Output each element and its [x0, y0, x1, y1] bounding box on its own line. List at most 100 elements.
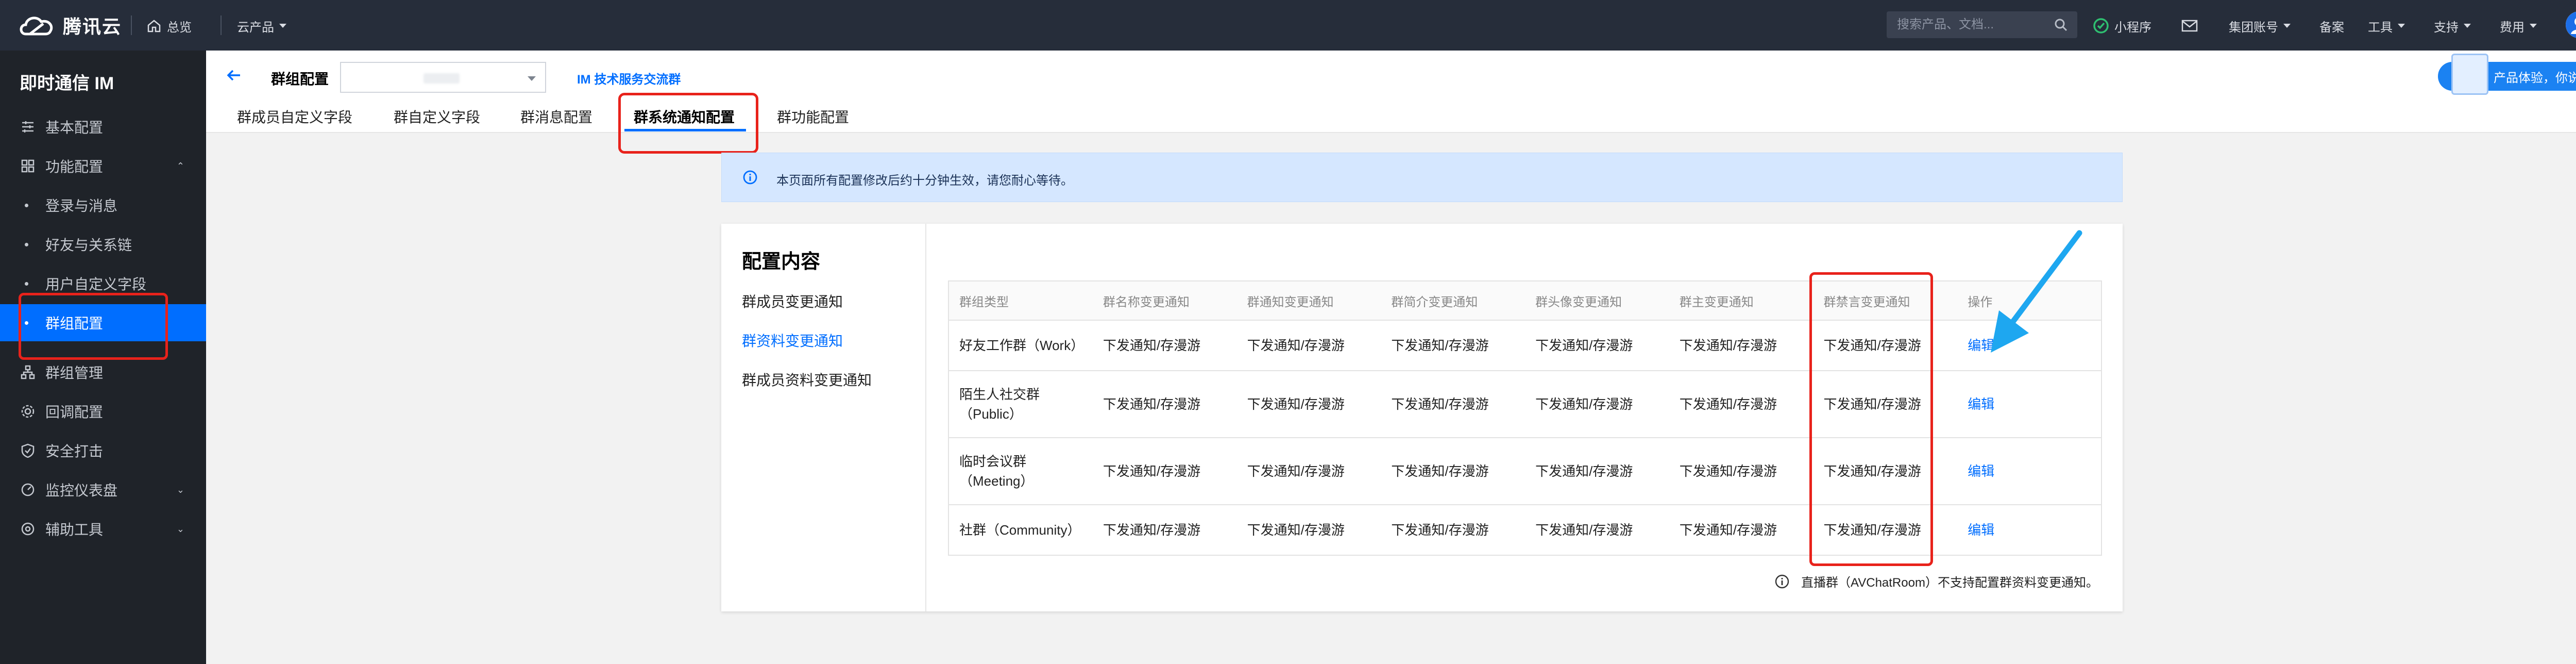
- chevron-down-icon: ⌄: [176, 524, 184, 534]
- group-account-label: 集团账号: [2229, 20, 2278, 35]
- column-header: 群名称变更通知: [1092, 281, 1237, 321]
- sidebar-item-label: 群组管理: [45, 365, 104, 381]
- edit-link[interactable]: 编辑: [1957, 438, 2102, 505]
- table-cell: 下发通知/存漫游: [1525, 371, 1669, 438]
- support-menu[interactable]: 支持: [2434, 15, 2471, 36]
- chevron-down-icon: [528, 76, 536, 81]
- sidebar-item-label: 安全打击: [45, 443, 104, 459]
- table-cell: 下发通知/存漫游: [1236, 505, 1381, 556]
- tab-member-fields[interactable]: 群成员自定义字段: [237, 106, 352, 129]
- nav-products-label: 云产品: [237, 20, 274, 35]
- support-label: 支持: [2434, 20, 2459, 35]
- sidebar-item-dashboard[interactable]: 监控仪表盘 ⌄: [0, 471, 206, 508]
- info-icon: [1775, 574, 1789, 588]
- sidebar-item-label: 登录与消息: [45, 198, 118, 214]
- avatar[interactable]: [2566, 11, 2576, 38]
- shield-icon: [21, 443, 35, 458]
- tech-group-link[interactable]: IM 技术服务交流群: [577, 69, 681, 87]
- table-cell: 下发通知/存漫游: [1236, 371, 1381, 438]
- divider: [131, 15, 132, 35]
- config-nav-member-change[interactable]: 群成员变更通知: [742, 291, 843, 311]
- sidebar-item-security[interactable]: 安全打击: [0, 432, 206, 469]
- sidebar-item-login-message[interactable]: 登录与消息: [0, 187, 206, 224]
- column-header: 群主变更通知: [1669, 281, 1814, 321]
- table-cell: 下发通知/存漫游: [1669, 371, 1814, 438]
- footnote: 直播群（AVChatRoom）不支持配置群资料变更通知。: [1774, 572, 2098, 590]
- highlight-box-sidebar: [19, 293, 168, 360]
- config-nav-member-info-change[interactable]: 群成员资料变更通知: [742, 369, 872, 390]
- nav-overview[interactable]: 总览: [146, 15, 192, 36]
- column-header: 群头像变更通知: [1525, 281, 1669, 321]
- config-title: 配置内容: [742, 251, 821, 273]
- group-type-line: 陌生人社交群: [959, 387, 1040, 402]
- mini-program-icon: [2093, 18, 2109, 34]
- tool-icon: [21, 522, 35, 536]
- page-title: 群组配置: [271, 71, 329, 87]
- info-icon: [743, 170, 757, 185]
- gauge-icon: [21, 483, 35, 496]
- user-icon: [2566, 11, 2576, 38]
- table-cell: 下发通知/存漫游: [1525, 438, 1669, 505]
- tab-feature-config[interactable]: 群功能配置: [777, 106, 849, 129]
- sidebar-item-callback-config[interactable]: 回调配置: [0, 393, 206, 430]
- table-cell: 下发通知/存漫游: [1092, 371, 1237, 438]
- nav-products[interactable]: 云产品: [237, 15, 286, 36]
- filing-link[interactable]: 备案: [2319, 15, 2344, 36]
- chevron-down-icon: [2464, 24, 2471, 28]
- sidebar-title: 即时通信 IM: [20, 74, 114, 93]
- app-selector[interactable]: [340, 62, 546, 93]
- group-type-line: 社群（Community）: [959, 522, 1081, 538]
- sidebar-item-feature-config[interactable]: 功能配置 ⌃: [0, 147, 206, 185]
- sidebar-item-basic-config[interactable]: 基本配置: [0, 108, 206, 145]
- home-icon: [147, 20, 161, 32]
- table-cell: 下发通知/存漫游: [1669, 505, 1814, 556]
- group-type-line: （Public）: [959, 406, 1023, 422]
- sidebar-item-label: 监控仪表盘: [45, 483, 118, 499]
- tools-menu[interactable]: 工具: [2368, 15, 2405, 36]
- feedback-button[interactable]: 产品体验，你说了算: [2438, 54, 2576, 95]
- app-name-redacted: [423, 73, 460, 84]
- back-arrow-icon[interactable]: [225, 66, 243, 85]
- brand-name: 腾讯云: [63, 16, 122, 37]
- feedback-label: 产品体验，你说了算: [2494, 71, 2576, 85]
- bullet-icon: [25, 282, 28, 286]
- search-input[interactable]: [1897, 18, 2046, 32]
- group-type-cell: 社群（Community）: [948, 505, 1093, 556]
- billing-menu[interactable]: 费用: [2500, 15, 2537, 36]
- footnote-text: 直播群（AVChatRoom）不支持配置群资料变更通知。: [1801, 576, 2098, 590]
- notice-text: 本页面所有配置修改后约十分钟生效，请您耐心等待。: [776, 174, 1073, 188]
- edit-link[interactable]: 编辑: [1957, 505, 2102, 556]
- group-type-line: 好友工作群（Work）: [959, 338, 1084, 353]
- tencent-cloud-icon: [20, 16, 53, 36]
- mini-program-link[interactable]: 小程序: [2093, 15, 2151, 36]
- sidebar-item-tools[interactable]: 辅助工具 ⌄: [0, 510, 206, 547]
- divider: [221, 15, 222, 35]
- sidebar-item-label: 回调配置: [45, 404, 104, 420]
- search-icon[interactable]: [2054, 18, 2068, 32]
- brand-logo[interactable]: 腾讯云: [19, 11, 122, 39]
- table-cell: 下发通知/存漫游: [1236, 438, 1381, 505]
- sidebar-item-friends[interactable]: 好友与关系链: [0, 226, 206, 263]
- messages-button[interactable]: [2181, 15, 2198, 36]
- tab-message-config[interactable]: 群消息配置: [520, 106, 592, 129]
- document-icon: [2451, 54, 2488, 95]
- tab-group-fields[interactable]: 群自定义字段: [394, 106, 480, 129]
- page-header: 群组配置 IM 技术服务交流群 群成员自定义字段 群自定义字段 群消息配置 群系…: [206, 51, 2576, 133]
- group-account-menu[interactable]: 集团账号: [2229, 15, 2291, 36]
- chevron-down-icon: [279, 24, 286, 28]
- settings-icon: [21, 405, 35, 418]
- group-type-cell: 好友工作群（Work）: [948, 320, 1093, 371]
- chevron-down-icon: [2283, 24, 2291, 28]
- mail-icon: [2181, 20, 2198, 32]
- chevron-down-icon: ⌄: [176, 485, 184, 495]
- group-type-cell: 陌生人社交群 （Public）: [948, 371, 1093, 438]
- config-nav-group-info-change[interactable]: 群资料变更通知: [742, 330, 843, 351]
- table-cell: 下发通知/存漫游: [1525, 320, 1669, 371]
- table-cell: 下发通知/存漫游: [1381, 320, 1526, 371]
- search-bar[interactable]: [1887, 11, 2077, 38]
- org-icon: [21, 365, 35, 379]
- edit-link[interactable]: 编辑: [1957, 371, 2102, 438]
- filing-label: 备案: [2319, 20, 2344, 35]
- table-cell: 下发通知/存漫游: [1381, 371, 1526, 438]
- table-cell: 下发通知/存漫游: [1669, 320, 1814, 371]
